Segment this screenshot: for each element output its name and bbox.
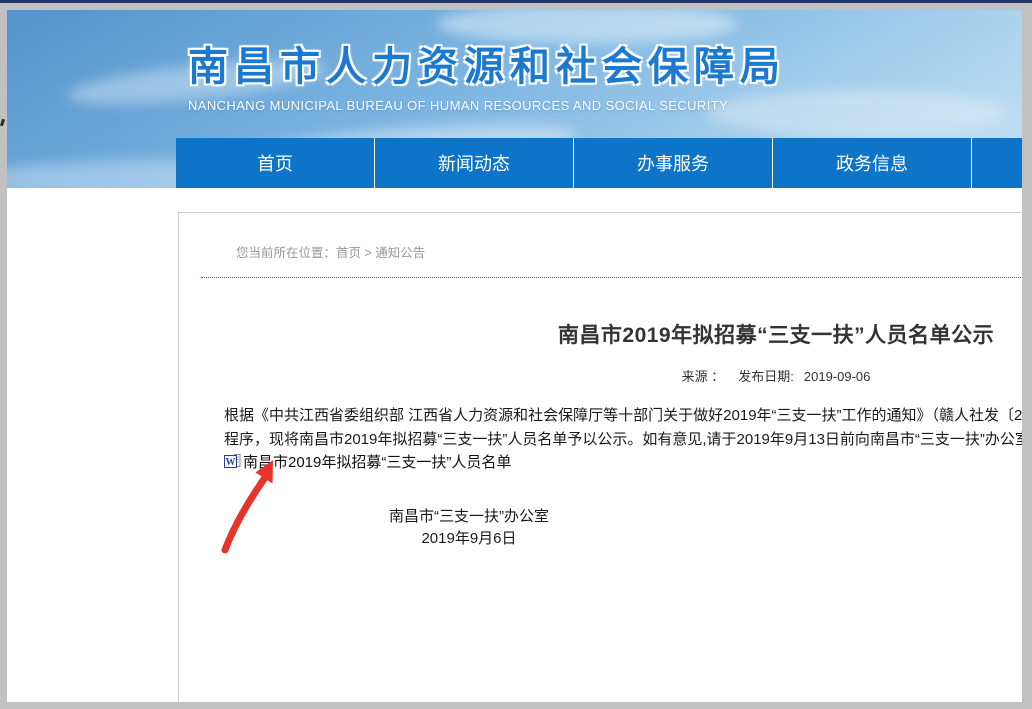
article-title: 南昌市2019年拟招募“三支一扶”人员名单公示 [179,319,1032,349]
page: 南昌市人力资源和社会保障局 NANCHANG MUNICIPAL BUREAU … [7,10,1022,702]
publish-date-value: 2019-09-06 [804,369,871,384]
source-label: 来源 ： [682,369,725,384]
body-line: 程序，现将南昌市2019年拟招募“三支一扶”人员名单予以公示。如有意见,请于20… [224,428,1032,452]
dotted-divider [201,277,1032,278]
site-title-english: NANCHANG MUNICIPAL BUREAU OF HUMAN RESOU… [188,98,786,113]
svg-text:W: W [226,457,236,468]
article-meta: 来源 ： 发布日期: 2019-09-06 [179,366,1032,385]
site-brand: 南昌市人力资源和社会保障局 NANCHANG MUNICIPAL BUREAU … [188,34,786,113]
nav-item-clipped[interactable] [972,138,1032,188]
signature-office: 南昌市“三支一扶”办公室 [386,506,552,528]
nav-item-home[interactable]: 首页 [176,138,375,188]
attachment-label[interactable]: 南昌市2019年拟招募“三支一扶”人员名单 [243,454,511,471]
nav-item-news[interactable]: 新闻动态 [375,138,574,188]
publish-date-label: 发布日期: [738,369,794,384]
article-body: 根据《中共江西省委组织部 江西省人力资源和社会保障厅等十部门关于做好2019年“… [224,404,1032,477]
site-title-chinese: 南昌市人力资源和社会保障局 [188,34,786,92]
word-doc-icon: W [224,453,241,477]
article-signature: 南昌市“三支一扶”办公室 2019年9月6日 [386,506,552,549]
signature-date: 2019年9月6日 [386,528,552,550]
article-container: 您当前所在位置：首页 > 通知公告 南昌市2019年拟招募“三支一扶”人员名单公… [178,212,1032,709]
nav-item-gov-info[interactable]: 政务信息 [773,138,972,188]
attachment-link[interactable]: W 南昌市2019年拟招募“三支一扶”人员名单 [224,451,1032,477]
main-nav: 首页 新闻动态 办事服务 政务信息 [176,138,1032,188]
window-top-line [0,0,1032,3]
browser-viewport: 南昌市人力资源和社会保障局 NANCHANG MUNICIPAL BUREAU … [0,3,1032,709]
body-line: 根据《中共江西省委组织部 江西省人力资源和社会保障厅等十部门关于做好2019年“… [224,404,1032,428]
breadcrumb[interactable]: 您当前所在位置：首页 > 通知公告 [236,242,425,261]
nav-item-services[interactable]: 办事服务 [574,138,773,188]
